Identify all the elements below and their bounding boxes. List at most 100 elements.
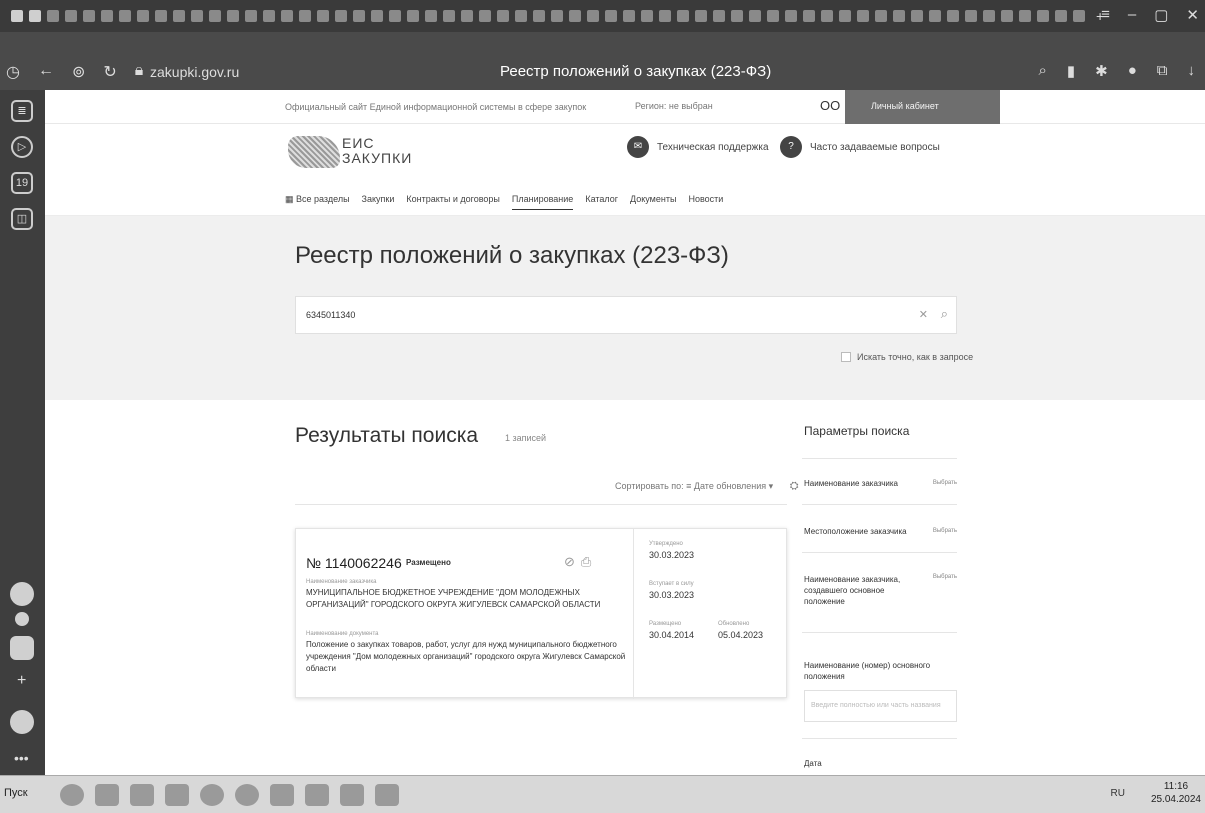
exact-search-checkbox[interactable]: Искать точно, как в запросе [841, 352, 973, 362]
menu-all-sections[interactable]: ▦ Все разделы [285, 194, 350, 210]
pick-button[interactable]: Выбрать [933, 526, 957, 537]
tab-icon[interactable] [461, 10, 473, 22]
menu-catalog[interactable]: Каталог [585, 194, 618, 210]
tab-icon[interactable] [623, 10, 635, 22]
tab-icon[interactable] [245, 10, 257, 22]
taskbar-app-icon[interactable] [95, 784, 119, 806]
sidebar-add-icon[interactable]: + [17, 672, 26, 690]
start-button[interactable]: Пуск [4, 787, 28, 799]
tab-icon[interactable] [353, 10, 365, 22]
menu-contracts[interactable]: Контракты и договоры [406, 194, 500, 210]
tab-icon[interactable] [515, 10, 527, 22]
taskbar-ccleaner-icon[interactable] [200, 784, 224, 806]
support-link[interactable]: ✉ Техническая поддержка [627, 136, 769, 158]
tab-icon[interactable] [407, 10, 419, 22]
tab-icon[interactable] [533, 10, 545, 22]
tab-icon[interactable] [929, 10, 941, 22]
tab-icon[interactable] [371, 10, 383, 22]
tab-icon[interactable] [119, 10, 131, 22]
param-creator[interactable]: Наименование заказчика, создавшего основ… [804, 574, 914, 607]
sidebar-profile-icon[interactable] [10, 710, 34, 734]
taskbar-yandex-icon[interactable] [270, 784, 294, 806]
language-indicator[interactable]: RU [1111, 788, 1125, 799]
tab-icon[interactable] [299, 10, 311, 22]
tab-icon[interactable] [65, 10, 77, 22]
tab-icon[interactable] [785, 10, 797, 22]
tab-icon[interactable] [335, 10, 347, 22]
menu-documents[interactable]: Документы [630, 194, 676, 210]
tab-icon[interactable] [137, 10, 149, 22]
tab-icon[interactable] [227, 10, 239, 22]
registry-number[interactable]: № 1140062246 [306, 555, 402, 571]
sidebar-notes-icon[interactable]: ≣ [11, 100, 33, 122]
sidebar-calendar-icon[interactable]: 19 [11, 172, 33, 194]
result-card[interactable]: № 1140062246 Размещено ⊘⎙ Наименование з… [295, 528, 787, 699]
tab-icon[interactable] [155, 10, 167, 22]
sidebar-mail-icon[interactable] [10, 636, 34, 660]
tab-icon[interactable] [641, 10, 653, 22]
minimize-icon[interactable]: – [1128, 6, 1136, 24]
russia-map-logo-icon[interactable] [288, 136, 340, 168]
menu-planning[interactable]: Планирование [511, 194, 574, 210]
tab-icon[interactable] [263, 10, 275, 22]
taskbar-notepad-icon[interactable] [375, 784, 399, 806]
sidebar-app-icon[interactable] [10, 582, 34, 606]
bookmark-icon[interactable]: ▮ [1067, 62, 1075, 80]
taskbar-browser-icon[interactable] [60, 784, 84, 806]
tab-icon[interactable] [47, 10, 59, 22]
tab-icon[interactable] [1055, 10, 1067, 22]
url-field[interactable]: zakupki.gov.ru [150, 64, 239, 80]
tab-icon[interactable] [1073, 10, 1085, 22]
main-name-input[interactable]: Введите полностью или часть названия [804, 690, 957, 722]
tab-icon[interactable] [11, 10, 23, 22]
tab-icon[interactable] [947, 10, 959, 22]
document-name[interactable]: Положение о закупках товаров, работ, усл… [306, 639, 626, 675]
tab-icon[interactable] [281, 10, 293, 22]
tab-icon[interactable] [497, 10, 509, 22]
taskbar-folder-icon[interactable] [305, 784, 329, 806]
customer-name[interactable]: МУНИЦИПАЛЬНОЕ БЮДЖЕТНОЕ УЧРЕЖДЕНИЕ "ДОМ … [306, 587, 626, 611]
tab-icon[interactable] [803, 10, 815, 22]
window-menu-icon[interactable]: ≡ [1101, 6, 1110, 24]
reload-icon[interactable]: ↻ [103, 62, 116, 82]
tab-icon[interactable] [839, 10, 851, 22]
tab-icon[interactable] [713, 10, 725, 22]
taskbar-app-icon[interactable] [340, 784, 364, 806]
search-icon[interactable]: ⌕ [941, 306, 948, 322]
tab-icon[interactable] [1001, 10, 1013, 22]
search-input[interactable]: 6345011340 ✕ ⌕ [295, 296, 957, 334]
filter-toggle-icon[interactable]: ⛭ [790, 480, 799, 492]
taskbar-calculator-icon[interactable] [165, 784, 189, 806]
tab-icon[interactable] [101, 10, 113, 22]
tab-icon[interactable] [209, 10, 221, 22]
tab-icon[interactable] [677, 10, 689, 22]
param-customer-location[interactable]: Местоположение заказчика Выбрать [804, 526, 957, 537]
menu-news[interactable]: Новости [688, 194, 723, 210]
tab-icon[interactable] [1019, 10, 1031, 22]
pick-button[interactable]: Выбрать [933, 478, 957, 489]
tab-icon[interactable] [551, 10, 563, 22]
tab-icon[interactable] [29, 10, 41, 22]
maximize-icon[interactable]: ▢ [1154, 6, 1168, 24]
share-icon[interactable]: ⧉ [1157, 62, 1168, 80]
logo-text[interactable]: ЕИС ЗАКУПКИ [342, 136, 412, 166]
tab-icon[interactable] [389, 10, 401, 22]
taskbar-chrome-icon[interactable] [235, 784, 259, 806]
tab-icon[interactable] [443, 10, 455, 22]
tab-icon[interactable] [659, 10, 671, 22]
system-clock[interactable]: 11:16 25.04.2024 [1151, 780, 1201, 806]
tab-icon[interactable] [317, 10, 329, 22]
tab-icon[interactable] [767, 10, 779, 22]
menu-purchases[interactable]: Закупки [362, 194, 395, 210]
checkbox-box[interactable] [841, 352, 851, 362]
param-customer-name[interactable]: Наименование заказчика Выбрать [804, 478, 957, 489]
tab-icon[interactable] [587, 10, 599, 22]
sidebar-player-icon[interactable]: ▷ [11, 136, 33, 158]
accessibility-glasses-icon[interactable]: OO [820, 98, 840, 113]
tab-icon[interactable] [911, 10, 923, 22]
sort-control[interactable]: Сортировать по: ≡ Дате обновления ▾ ⛭ [615, 480, 799, 493]
taskbar-app-icon[interactable] [130, 784, 154, 806]
history-icon[interactable]: ◷ [6, 62, 20, 82]
extension-icon[interactable]: ✱ [1095, 62, 1108, 80]
download-icon[interactable]: ↓ [1188, 62, 1196, 80]
